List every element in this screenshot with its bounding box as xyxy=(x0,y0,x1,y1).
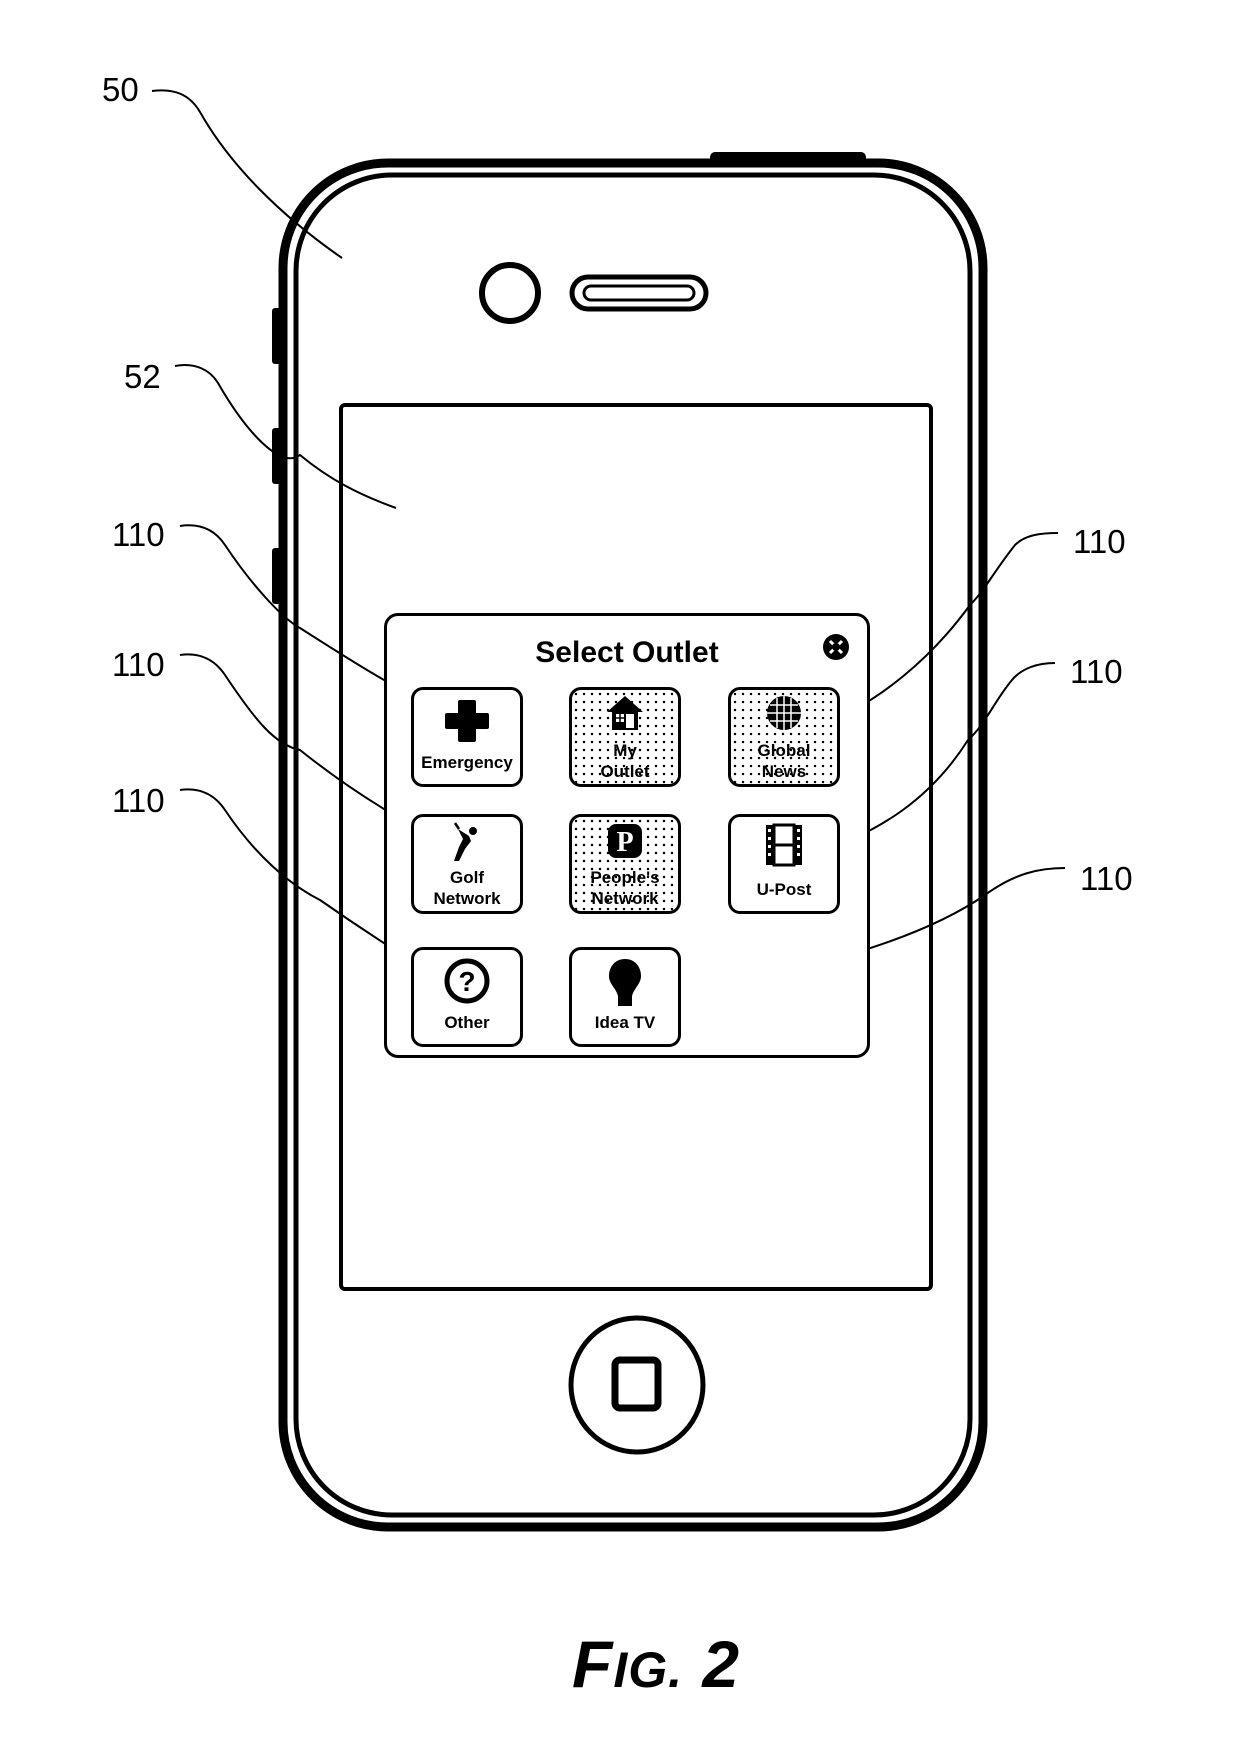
tile-label: Other xyxy=(444,1013,490,1032)
ref-numeral-110: 110 xyxy=(1070,653,1123,690)
tile-label: Global News xyxy=(757,741,811,781)
golfer-icon xyxy=(453,822,477,861)
speaker-grille xyxy=(569,274,709,312)
outlet-tile-idea-tv[interactable]: Idea TV xyxy=(569,947,681,1047)
house-icon xyxy=(607,696,643,730)
outlet-tile-golf-network[interactable]: Golf Network xyxy=(411,814,523,914)
tile-label: Idea TV xyxy=(594,1013,656,1032)
tile-label: Golf Network xyxy=(433,868,501,908)
question-circle-icon: ? xyxy=(444,958,490,1004)
svg-text:P: P xyxy=(616,827,633,858)
svg-text:?: ? xyxy=(458,966,475,997)
outlet-tile-other[interactable]: ? Other xyxy=(411,947,523,1047)
outlet-tile-u-post[interactable]: U-Post xyxy=(728,814,840,914)
outlet-tile-global-news[interactable]: Global News xyxy=(728,687,840,787)
ref-numeral-110: 110 xyxy=(112,516,165,553)
tile-label: U-Post xyxy=(756,880,812,899)
light-bulb-icon xyxy=(609,959,641,1006)
dialog-title: Select Outlet xyxy=(535,636,719,669)
globe-icon xyxy=(767,696,801,730)
leader-line-50 xyxy=(151,89,343,259)
close-circle-icon[interactable] xyxy=(821,632,851,662)
medical-cross-icon xyxy=(445,700,489,742)
ref-numeral-50: 50 xyxy=(102,71,139,108)
figure-caption: FIG. 2 xyxy=(572,1627,741,1701)
ref-numeral-110: 110 xyxy=(112,782,165,819)
camera-icon xyxy=(479,262,541,324)
home-button[interactable] xyxy=(568,1315,706,1455)
outlet-tile-emergency[interactable]: Emergency xyxy=(411,687,523,787)
outlet-tile-peoples-network[interactable]: P People's Network xyxy=(569,814,681,914)
speaker-slot xyxy=(582,284,696,302)
ref-numeral-110: 110 xyxy=(1073,523,1126,560)
tile-label: People's Network xyxy=(590,868,660,908)
ref-numeral-110: 110 xyxy=(1080,860,1133,897)
outlet-tile-my-outlet[interactable]: My Outlet xyxy=(569,687,681,787)
p-badge-icon: P xyxy=(608,824,642,858)
film-strip-icon xyxy=(766,823,802,867)
ref-numeral-52: 52 xyxy=(124,358,161,395)
tile-label: My Outlet xyxy=(600,741,650,781)
ref-numeral-110: 110 xyxy=(112,646,165,683)
tile-label: Emergency xyxy=(421,753,513,772)
